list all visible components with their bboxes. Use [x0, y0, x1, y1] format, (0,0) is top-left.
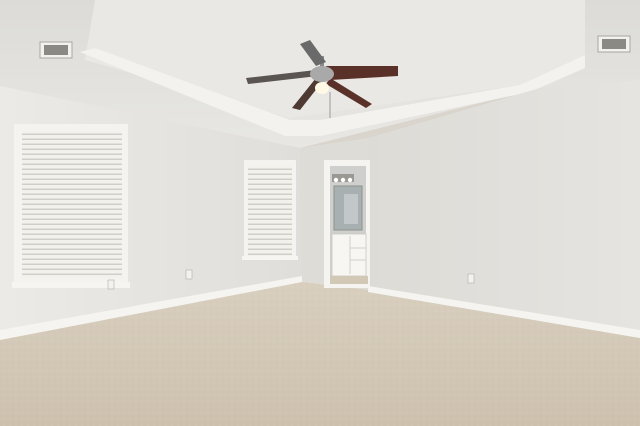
electrical-outlet [185, 269, 193, 280]
air-vent-left [39, 41, 73, 59]
window-left [12, 124, 130, 288]
electrical-outlet-3 [467, 273, 475, 284]
electrical-outlet-2 [107, 279, 115, 290]
bathroom-vanity [331, 233, 367, 277]
bedroom-scene [0, 0, 640, 426]
bathroom-doorway [324, 160, 370, 288]
air-vent-right [597, 35, 631, 53]
window-middle [242, 160, 298, 260]
